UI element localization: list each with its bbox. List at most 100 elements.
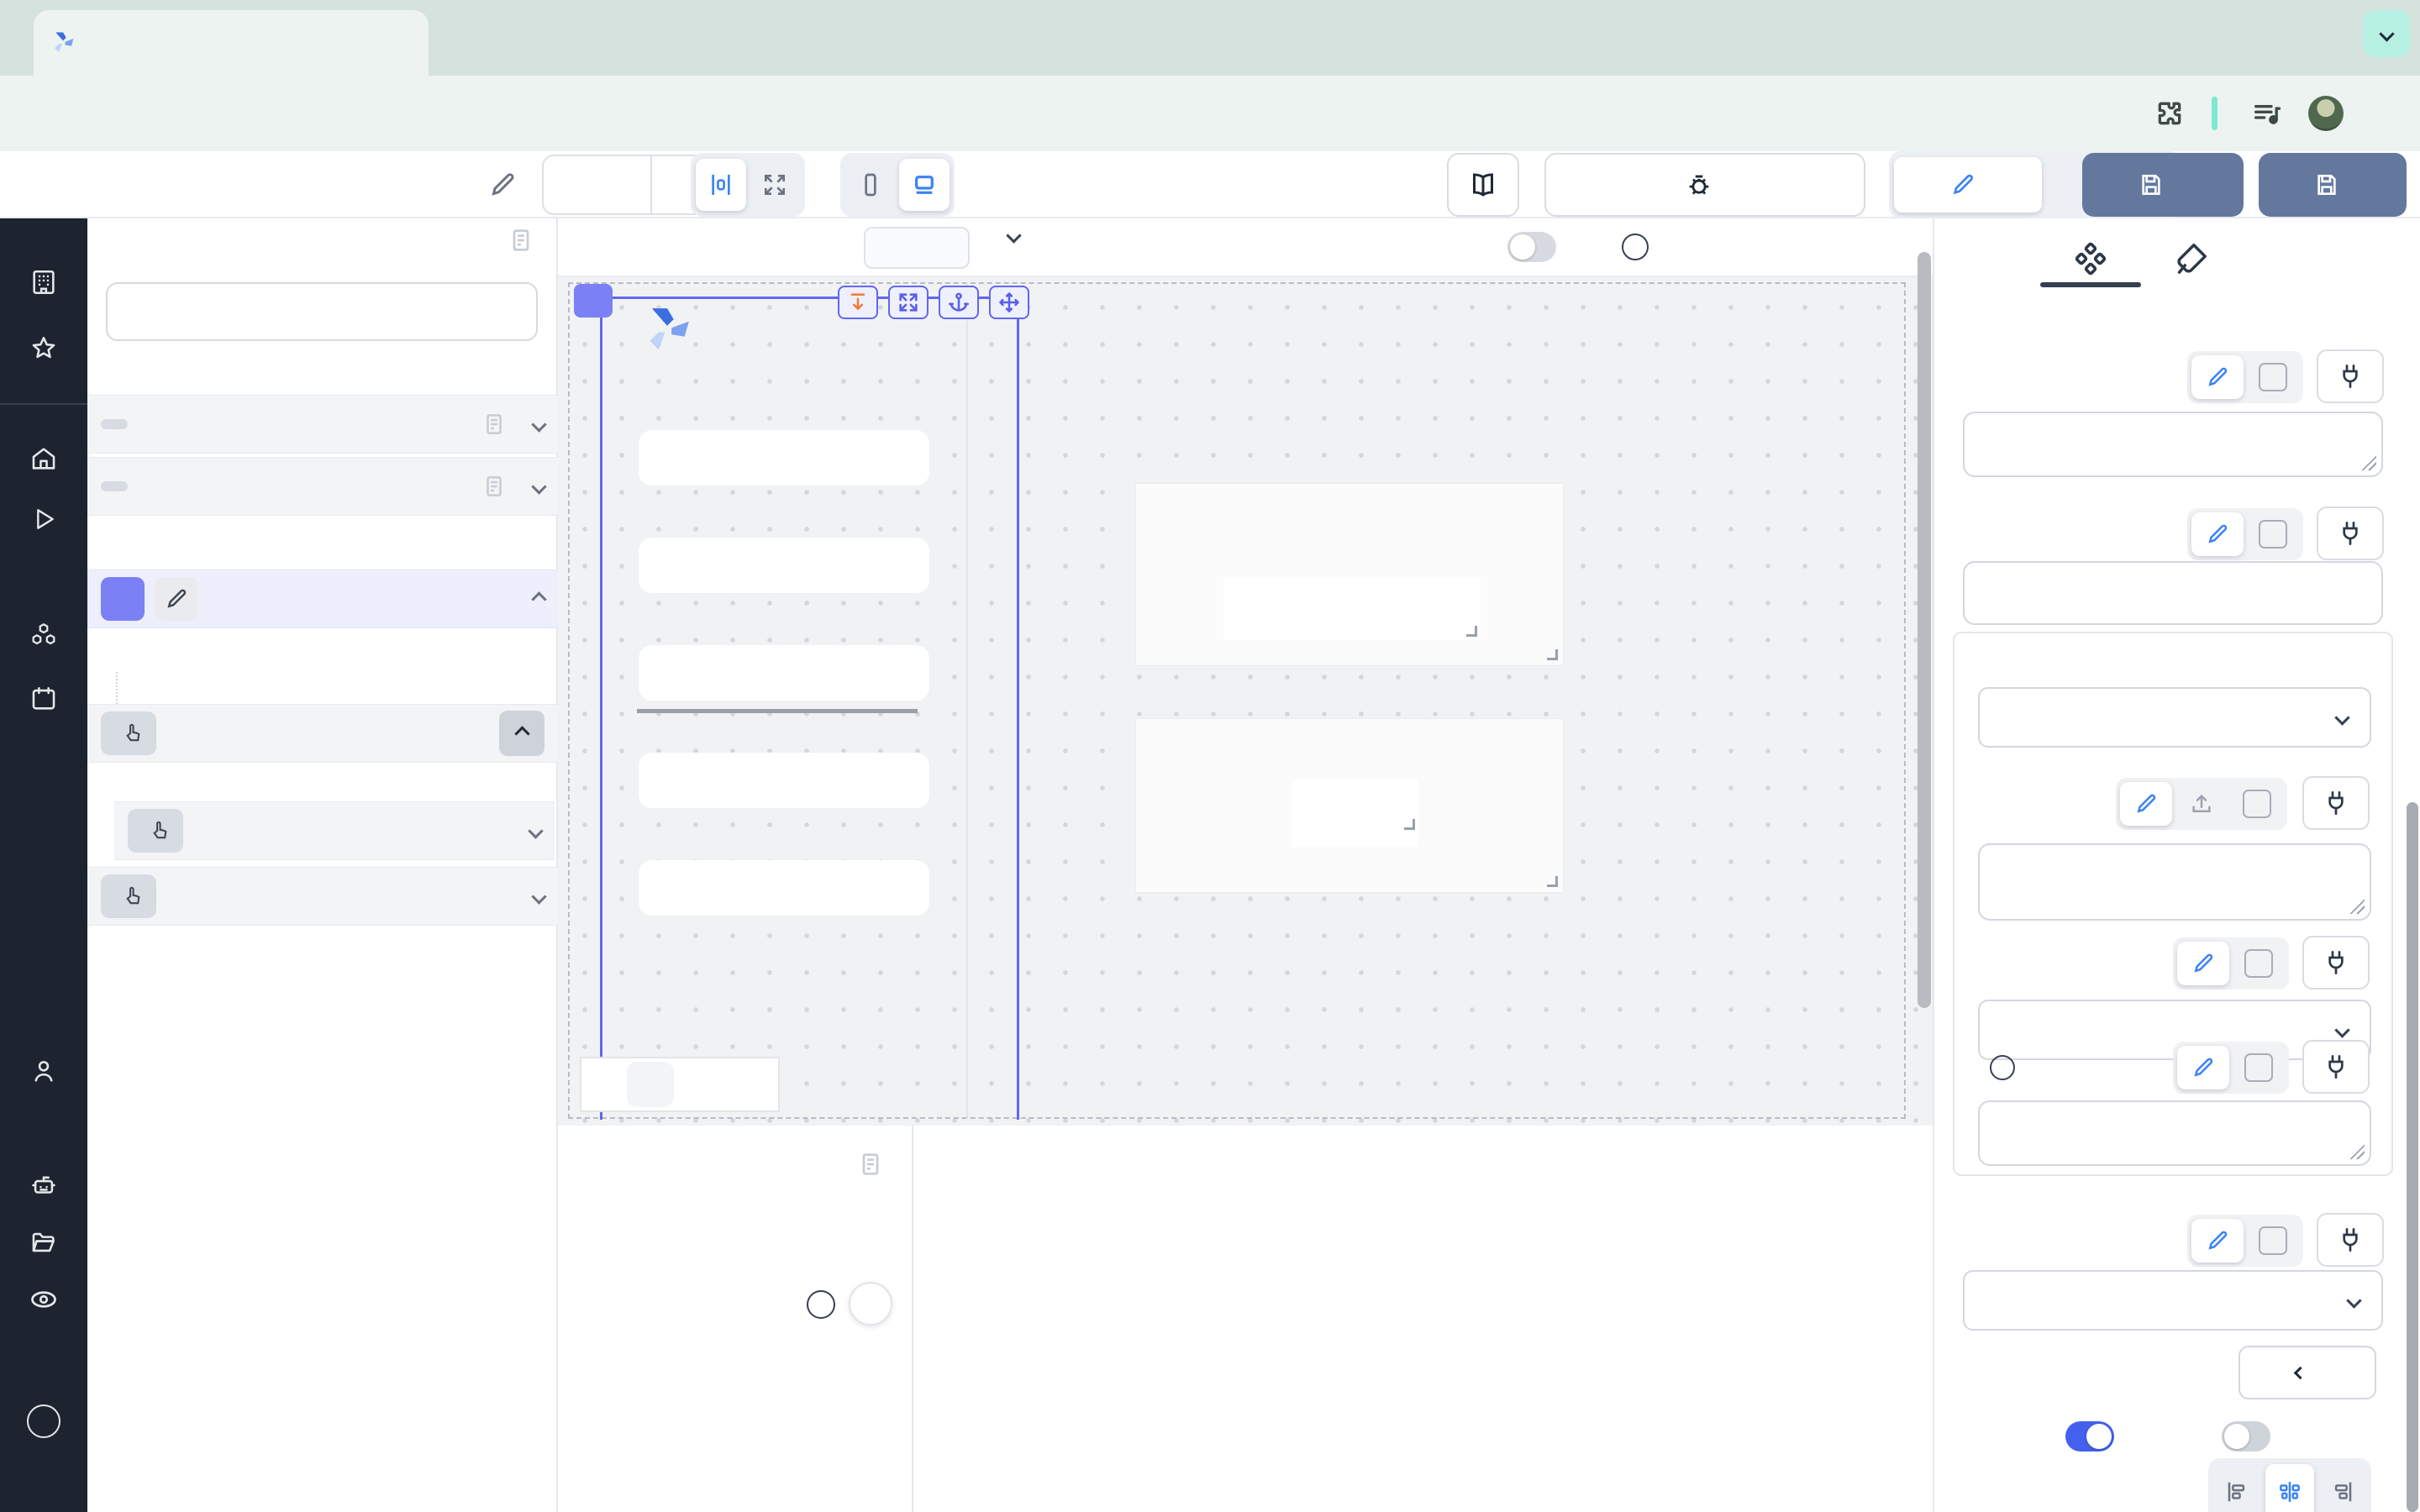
outputs-doc-icon[interactable] bbox=[508, 227, 534, 254]
nav-link-button[interactable] bbox=[639, 645, 929, 701]
extensions-puzzle-icon[interactable] bbox=[2153, 97, 2186, 130]
selection-border-left bbox=[600, 297, 602, 1120]
static-pencil-button[interactable] bbox=[2191, 355, 2244, 399]
nav-link-button[interactable] bbox=[639, 753, 929, 808]
add-background-runnable-button[interactable] bbox=[849, 1282, 892, 1326]
connect-plug-button[interactable] bbox=[2317, 1213, 2384, 1267]
home-icon[interactable] bbox=[29, 444, 58, 473]
show-styling-button[interactable] bbox=[2238, 1346, 2376, 1399]
refresh-count-button[interactable] bbox=[864, 227, 970, 269]
media-playlist-icon[interactable] bbox=[2250, 97, 2284, 130]
info-icon[interactable] bbox=[807, 1290, 835, 1319]
component-row-container-e[interactable] bbox=[87, 704, 558, 763]
component-id-badge bbox=[101, 577, 145, 621]
users-person-icon[interactable] bbox=[29, 1057, 58, 1085]
profile-avatar[interactable] bbox=[2308, 96, 2344, 131]
title-input[interactable] bbox=[1963, 412, 2383, 477]
connect-plug-button[interactable] bbox=[2317, 349, 2384, 403]
static-pencil-button[interactable] bbox=[2177, 942, 2229, 985]
zoom-in-button[interactable] bbox=[627, 1062, 674, 1107]
fx-button[interactable] bbox=[2247, 1219, 2299, 1263]
canvas-scrollbar[interactable] bbox=[1918, 252, 1931, 1008]
workers-robot-icon[interactable] bbox=[29, 1171, 58, 1200]
use-logo-select[interactable] bbox=[1978, 687, 2371, 748]
state-row[interactable] bbox=[87, 457, 558, 516]
component-row-text-b[interactable] bbox=[114, 801, 555, 860]
hash-container[interactable] bbox=[1136, 719, 1563, 892]
static-pencil-button[interactable] bbox=[2191, 512, 2244, 556]
resources-cubes-icon[interactable] bbox=[29, 621, 58, 649]
fx-button[interactable] bbox=[2247, 512, 2299, 556]
search-outputs-input[interactable] bbox=[106, 282, 538, 341]
schedule-dropdown[interactable] bbox=[995, 230, 1019, 241]
border-color-input[interactable] bbox=[1963, 561, 2383, 625]
audit-eye-icon[interactable] bbox=[29, 1284, 59, 1315]
fx-button[interactable] bbox=[2247, 355, 2299, 399]
chevron-up-icon bbox=[531, 591, 546, 606]
component-id-tag[interactable] bbox=[574, 284, 613, 318]
connect-plug-button[interactable] bbox=[2302, 936, 2370, 990]
docs-button[interactable] bbox=[1447, 153, 1519, 217]
query-params-container[interactable] bbox=[1136, 484, 1563, 665]
nav-link-button[interactable] bbox=[639, 538, 929, 593]
chevron-down-icon bbox=[531, 479, 546, 494]
nav-link-button[interactable] bbox=[639, 860, 929, 916]
fx-button[interactable] bbox=[2233, 942, 2285, 985]
align-right-button[interactable] bbox=[2317, 1464, 2366, 1512]
source-input[interactable] bbox=[1978, 843, 2371, 921]
favorites-star-icon[interactable] bbox=[29, 334, 58, 363]
info-icon[interactable] bbox=[1990, 1055, 2015, 1080]
connect-plug-button[interactable] bbox=[2302, 776, 2370, 830]
connect-plug-button[interactable] bbox=[2317, 507, 2384, 560]
move-button[interactable] bbox=[989, 286, 1029, 319]
static-pencil-button[interactable] bbox=[2120, 782, 2172, 826]
hide-bar-toggle[interactable] bbox=[1507, 232, 1556, 262]
alt-text-input[interactable] bbox=[1978, 1100, 2371, 1166]
connect-plug-button[interactable] bbox=[2302, 1040, 2370, 1094]
align-left-button[interactable] bbox=[2213, 1464, 2262, 1512]
align-center-button[interactable] bbox=[2265, 1464, 2314, 1512]
editor-tab[interactable] bbox=[1894, 157, 2042, 213]
component-settings-tab-icon[interactable] bbox=[2070, 240, 2111, 281]
styling-tab-brush-icon[interactable] bbox=[2171, 240, 2210, 279]
fx-button[interactable] bbox=[2233, 1046, 2285, 1089]
help-icon[interactable] bbox=[27, 1404, 60, 1438]
component-row-navbar[interactable] bbox=[87, 570, 558, 628]
panel-scrollbar[interactable] bbox=[2407, 802, 2418, 1512]
upload-button[interactable] bbox=[2175, 782, 2228, 826]
full-width-button[interactable] bbox=[750, 159, 800, 211]
debug-runs-button[interactable] bbox=[1544, 153, 1865, 217]
browser-tab[interactable] bbox=[34, 10, 429, 76]
static-pencil-button[interactable] bbox=[2177, 1046, 2229, 1089]
ctx-row[interactable] bbox=[87, 395, 558, 454]
tab-search-button[interactable] bbox=[2363, 10, 2410, 57]
edit-app-name-pencil-icon[interactable] bbox=[487, 170, 518, 200]
anchor-button[interactable] bbox=[939, 286, 979, 319]
runs-play-icon[interactable] bbox=[30, 506, 57, 533]
centered-width-button[interactable] bbox=[696, 159, 746, 211]
runnables-doc-icon[interactable] bbox=[857, 1151, 884, 1178]
app-canvas[interactable] bbox=[558, 277, 1933, 1126]
draft-button[interactable] bbox=[2082, 153, 2244, 217]
info-icon[interactable] bbox=[1622, 234, 1649, 260]
fx-button[interactable] bbox=[2231, 782, 2283, 826]
edit-pencil-icon[interactable] bbox=[155, 577, 198, 621]
orientation-select[interactable] bbox=[1963, 1270, 2383, 1331]
component-row-container-d[interactable] bbox=[87, 867, 558, 926]
folders-icon[interactable] bbox=[29, 1228, 58, 1257]
deploy-button[interactable] bbox=[2259, 153, 2407, 217]
expand-down-button[interactable] bbox=[838, 286, 878, 319]
collapse-button[interactable] bbox=[499, 711, 544, 756]
browser-tabstrip bbox=[0, 0, 2420, 76]
divider bbox=[912, 1126, 913, 1512]
chevron-down-icon bbox=[528, 823, 543, 838]
mobile-view-button[interactable] bbox=[845, 159, 896, 211]
expand-component-button[interactable] bbox=[888, 286, 929, 319]
nav-link-button[interactable] bbox=[639, 430, 929, 486]
full-height-desktop-toggle[interactable] bbox=[2065, 1421, 2114, 1452]
schedules-calendar-icon[interactable] bbox=[29, 685, 58, 713]
full-height-mobile-toggle[interactable] bbox=[2222, 1421, 2270, 1452]
desktop-view-button[interactable] bbox=[899, 159, 950, 211]
static-pencil-button[interactable] bbox=[2191, 1219, 2244, 1263]
workspace-icon[interactable] bbox=[29, 268, 58, 297]
